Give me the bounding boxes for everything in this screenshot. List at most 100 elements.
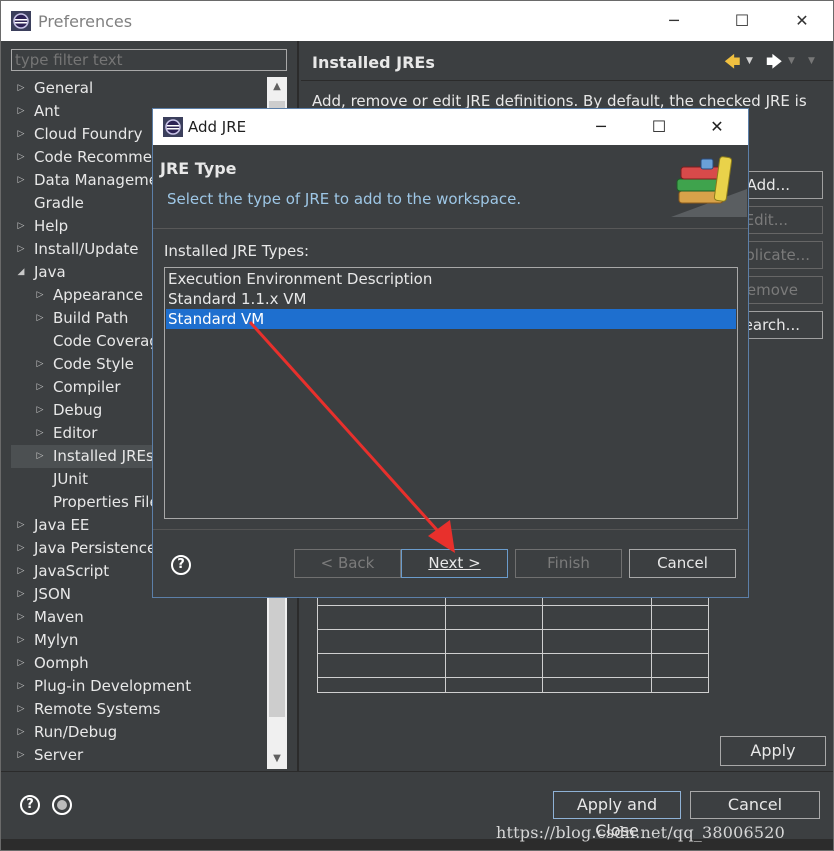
collapsed-arrow-icon[interactable]: ▷: [15, 744, 27, 767]
tree-item-label: Remote Systems: [34, 700, 161, 718]
minimize-button[interactable]: ─: [651, 7, 697, 35]
tree-item-label: Java EE: [34, 516, 90, 534]
apply-and-close-button[interactable]: Apply and Close: [552, 790, 682, 840]
edit-jre-button[interactable]: Edit...: [739, 206, 823, 234]
collapsed-arrow-icon[interactable]: ▷: [34, 307, 46, 330]
tree-item-label: JavaScript: [34, 562, 110, 580]
collapsed-arrow-icon[interactable]: ▷: [15, 238, 27, 261]
tree-item[interactable]: ▷ Mylyn: [9, 629, 267, 652]
scroll-down-icon[interactable]: ▼: [267, 749, 287, 769]
tree-item-label: Java Persistence: [34, 539, 157, 557]
dialog-cancel-button[interactable]: Cancel: [629, 549, 736, 578]
maximize-button[interactable]: ☐: [719, 7, 765, 35]
collapsed-arrow-icon[interactable]: ▷: [15, 100, 27, 123]
page-header: Installed JREs 🡄 ▼ 🡆 ▼ ▼: [301, 43, 833, 81]
collapsed-arrow-icon[interactable]: ▷: [34, 353, 46, 376]
collapsed-arrow-icon[interactable]: ▷: [15, 77, 27, 100]
back-menu-chevron-icon[interactable]: ▼: [746, 56, 753, 66]
library-books-icon: [671, 156, 747, 217]
tree-item-label: Cloud Foundry: [34, 125, 143, 143]
tree-item[interactable]: ▷ Oomph: [9, 652, 267, 675]
tree-item[interactable]: ▷ General: [9, 77, 267, 100]
collapsed-arrow-icon[interactable]: ▷: [15, 698, 27, 721]
jre-type-item[interactable]: Execution Environment Description: [166, 269, 736, 289]
jre-type-item[interactable]: Standard VM: [166, 309, 736, 329]
eclipse-icon: [163, 117, 183, 137]
back-button[interactable]: < Back: [294, 549, 401, 578]
collapsed-arrow-icon[interactable]: ▷: [34, 445, 46, 468]
back-arrow-icon[interactable]: 🡄: [724, 51, 741, 78]
import-export-icon[interactable]: [52, 795, 72, 815]
filter-input[interactable]: [11, 49, 287, 71]
tree-item-label: General: [34, 79, 94, 97]
forward-arrow-icon[interactable]: 🡆: [766, 51, 783, 78]
jre-types-list[interactable]: Execution Environment Description Standar…: [164, 267, 738, 519]
footer-divider: [1, 771, 833, 772]
dialog-footer-divider: [153, 529, 748, 530]
collapsed-arrow-icon[interactable]: ▷: [15, 583, 27, 606]
collapsed-arrow-icon[interactable]: ▷: [34, 284, 46, 307]
dialog-banner: JRE Type Select the type of JRE to add t…: [153, 145, 748, 229]
jre-table[interactable]: [317, 597, 709, 693]
scroll-up-icon[interactable]: ▲: [267, 77, 287, 97]
tree-item[interactable]: ▷ Plug-in Development: [9, 675, 267, 698]
remove-jre-button[interactable]: emove: [739, 276, 823, 304]
expanded-arrow-icon[interactable]: ◢: [15, 261, 27, 284]
dialog-maximize-button[interactable]: ☐: [637, 114, 681, 140]
collapsed-arrow-icon[interactable]: ▷: [15, 652, 27, 675]
view-menu-chevron-icon[interactable]: ▼: [808, 56, 815, 66]
tree-item-label: Data Manageme: [34, 171, 159, 189]
tree-item-label: Code Recomme: [34, 148, 153, 166]
dialog-title: Add JRE: [188, 118, 247, 136]
tree-item-label: Mylyn: [34, 631, 79, 649]
collapsed-arrow-icon[interactable]: ▷: [34, 422, 46, 445]
collapsed-arrow-icon[interactable]: ▷: [15, 606, 27, 629]
duplicate-jre-button[interactable]: plicate...: [739, 241, 823, 269]
collapsed-arrow-icon[interactable]: ▷: [15, 675, 27, 698]
tree-item[interactable]: ▷ Remote Systems: [9, 698, 267, 721]
collapsed-arrow-icon[interactable]: ▷: [15, 123, 27, 146]
tree-item-label: Build Path: [53, 309, 129, 327]
dialog-close-button[interactable]: ✕: [695, 114, 739, 140]
add-jre-dialog: Add JRE ─ ☐ ✕ JRE Type Select the type o…: [152, 108, 749, 598]
collapsed-arrow-icon[interactable]: ▷: [34, 399, 46, 422]
dialog-minimize-button[interactable]: ─: [579, 114, 623, 140]
tree-item[interactable]: ▷ Installed JREs: [11, 445, 154, 468]
collapsed-arrow-icon[interactable]: ▷: [15, 629, 27, 652]
dialog-help-icon[interactable]: ?: [171, 555, 191, 575]
help-icon[interactable]: ?: [20, 795, 40, 815]
collapsed-arrow-icon[interactable]: ▷: [15, 169, 27, 192]
tree-item-label: Code Coverag: [53, 332, 159, 350]
add-jre-button[interactable]: Add...: [739, 171, 823, 199]
search-jre-button[interactable]: earch...: [739, 311, 823, 339]
collapsed-arrow-icon[interactable]: ▷: [15, 721, 27, 744]
tree-item-label: Ant: [34, 102, 60, 120]
tree-item-label: Help: [34, 217, 69, 235]
tree-item-label: Plug-in Development: [34, 677, 192, 695]
dialog-subtitle: Select the type of JRE to add to the wor…: [167, 190, 522, 208]
collapsed-arrow-icon[interactable]: ▷: [15, 537, 27, 560]
tree-item-label: Installed JREs: [53, 447, 154, 465]
next-button[interactable]: Next >: [401, 549, 508, 578]
collapsed-arrow-icon[interactable]: ▷: [15, 215, 27, 238]
apply-button[interactable]: Apply: [720, 736, 826, 766]
collapsed-arrow-icon[interactable]: ▷: [15, 560, 27, 583]
tree-item-label: Debug: [53, 401, 103, 419]
tree-item[interactable]: ▷ Server: [9, 744, 267, 767]
tree-item[interactable]: ▷ Maven: [9, 606, 267, 629]
finish-button[interactable]: Finish: [515, 549, 622, 578]
cancel-button[interactable]: Cancel: [690, 791, 820, 819]
tree-item-label: Code Style: [53, 355, 134, 373]
forward-menu-chevron-icon[interactable]: ▼: [788, 56, 795, 66]
page-title: Installed JREs: [312, 53, 435, 72]
tree-item[interactable]: ▷ Run/Debug: [9, 721, 267, 744]
tree-item-label: JSON: [34, 585, 71, 603]
collapsed-arrow-icon[interactable]: ▷: [15, 146, 27, 169]
tree-item-label: Server: [34, 746, 84, 764]
tree-item-label: Install/Update: [34, 240, 139, 258]
close-button[interactable]: ✕: [779, 7, 825, 35]
tree-item-label: Properties File: [53, 493, 159, 511]
jre-type-item[interactable]: Standard 1.1.x VM: [166, 289, 736, 309]
collapsed-arrow-icon[interactable]: ▷: [15, 514, 27, 537]
collapsed-arrow-icon[interactable]: ▷: [34, 376, 46, 399]
